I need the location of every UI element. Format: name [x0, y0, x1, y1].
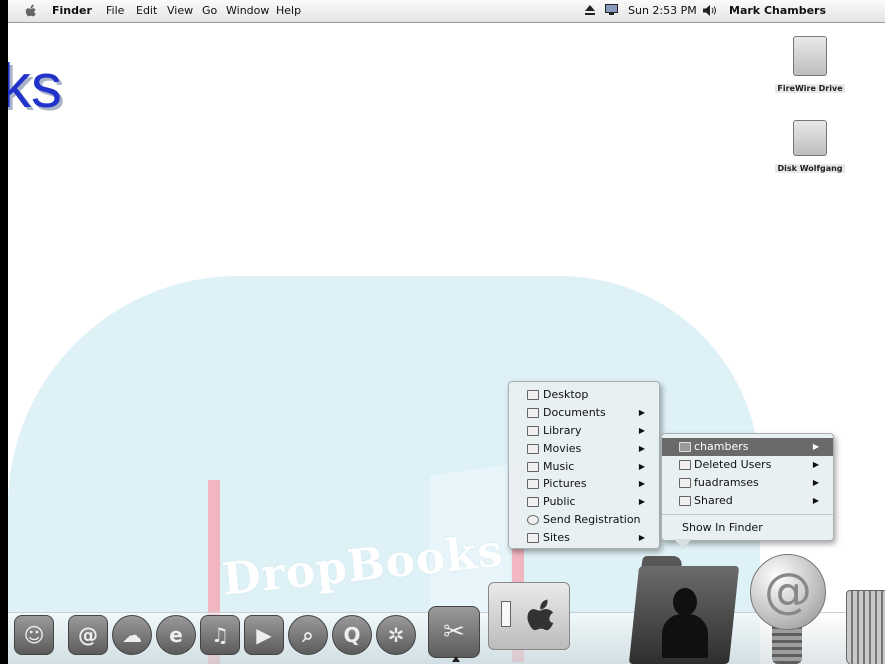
menubar-user[interactable]: Mark Chambers [729, 4, 826, 17]
dock-running-indicator [452, 656, 460, 662]
internet-explorer-icon[interactable]: e [156, 615, 196, 655]
menu-item-public[interactable]: Public ▶ [509, 493, 659, 511]
home-icon [679, 442, 691, 452]
menu-separator [662, 513, 833, 515]
documents-folder-icon [527, 407, 539, 418]
menu-item-label: Music [543, 459, 575, 473]
menu-item-label: Public [543, 495, 576, 509]
public-folder-icon [527, 497, 539, 508]
menu-item-chambers[interactable]: chambers ▶ [662, 438, 833, 456]
menu-go[interactable]: Go [202, 4, 217, 17]
menu-bar: Finder File Edit View Go Window Help Sun… [8, 0, 885, 23]
quicktime-icon[interactable]: Q [332, 615, 372, 655]
menu-item-show-in-finder[interactable]: Show In Finder [662, 519, 833, 537]
submenu-arrow-icon: ▶ [812, 477, 819, 487]
menu-finder[interactable]: Finder [52, 4, 92, 17]
menu-item-pictures[interactable]: Pictures ▶ [509, 475, 659, 493]
stack-menu-pointer [674, 539, 692, 549]
menu-item-label: Deleted Users [694, 457, 772, 471]
desktop-screen: DropBooks ks Finder File Edit View Go Wi… [0, 0, 885, 664]
menu-item-send-registration[interactable]: Send Registration [509, 511, 659, 529]
trash-icon[interactable] [846, 590, 885, 664]
menu-edit[interactable]: Edit [136, 4, 157, 17]
safari-icon[interactable]: ✲ [376, 615, 416, 655]
menu-view[interactable]: View [167, 4, 193, 17]
home-folder-icon[interactable] [628, 556, 740, 664]
submenu-arrow-icon: ▶ [638, 425, 645, 435]
menu-item-label: Shared [694, 493, 733, 507]
pictures-folder-icon [527, 479, 539, 490]
menu-item-label: Desktop [543, 388, 589, 401]
menu-item-label: Library [543, 423, 582, 437]
folder-icon [679, 477, 691, 488]
hard-disk-icon [793, 120, 827, 156]
menu-window[interactable]: Window [226, 4, 269, 17]
desktop-icon-label: FireWire Drive [775, 84, 845, 93]
desktop-icon-disk[interactable]: Disk Wolfgang [765, 120, 855, 175]
mail-icon[interactable]: @ [750, 554, 826, 630]
submenu-arrow-icon: ▶ [812, 442, 819, 451]
volume-icon[interactable] [703, 5, 717, 16]
submenu-arrow-icon: ▶ [638, 443, 645, 453]
watermark-fragment: ks [0, 52, 62, 121]
eject-icon[interactable] [585, 5, 595, 16]
menu-item-fuadramses[interactable]: fuadramses ▶ [662, 474, 833, 492]
firewire-drive-icon [793, 36, 827, 76]
screen-edge [0, 0, 8, 664]
apple-logo-icon [527, 599, 554, 631]
desktop-folder-icon [527, 390, 539, 400]
user-silhouette-body [662, 614, 708, 658]
menu-item-label: Movies [543, 441, 582, 455]
ichat-icon[interactable]: ☁ [112, 615, 152, 655]
sherlock-icon[interactable]: ⌕ [288, 615, 328, 655]
apple-menu-icon[interactable] [24, 3, 38, 18]
desktop-icon-firewire-drive[interactable]: FireWire Drive [765, 36, 855, 95]
users-submenu: chambers ▶ Deleted Users ▶ fuadramses ▶ … [661, 433, 834, 541]
menu-item-sites[interactable]: Sites ▶ [509, 529, 659, 547]
menu-item-label: fuadramses [694, 475, 759, 489]
sites-folder-icon [527, 533, 539, 544]
display-icon[interactable] [605, 4, 618, 16]
menu-item-label: Documents [543, 405, 606, 419]
submenu-arrow-icon: ▶ [638, 497, 645, 507]
music-folder-icon [527, 461, 539, 472]
menu-file[interactable]: File [106, 4, 124, 17]
menu-item-shared[interactable]: Shared ▶ [662, 492, 833, 510]
menu-item-music[interactable]: Music ▶ [509, 458, 659, 476]
menu-item-label: Pictures [543, 477, 587, 491]
menu-item-label: Send Registration [543, 513, 641, 527]
menu-help[interactable]: Help [276, 4, 301, 17]
menu-item-documents[interactable]: Documents ▶ [509, 404, 659, 422]
address-book-icon[interactable]: @ [68, 615, 108, 655]
folder-icon [679, 459, 691, 470]
preview-icon[interactable]: ✂ [428, 606, 480, 658]
submenu-arrow-icon: ▶ [812, 459, 819, 469]
desktop-icon-label: Disk Wolfgang [775, 164, 845, 173]
menu-item-label: Sites [543, 531, 570, 545]
submenu-arrow-icon: ▶ [638, 461, 645, 471]
movies-folder-icon [527, 443, 539, 454]
menu-item-movies[interactable]: Movies ▶ [509, 440, 659, 458]
folder-icon [679, 495, 691, 506]
menu-item-label: chambers [694, 440, 749, 453]
submenu-arrow-icon: ▶ [638, 479, 645, 489]
system-preferences-icon[interactable] [488, 582, 570, 650]
library-folder-icon [527, 425, 539, 436]
switch-icon [501, 601, 511, 627]
user-silhouette-icon [673, 588, 697, 616]
finder-icon[interactable]: ☺ [14, 615, 54, 655]
menu-item-desktop[interactable]: Desktop [509, 386, 659, 404]
menu-item-library[interactable]: Library ▶ [509, 422, 659, 440]
menu-item-deleted-users[interactable]: Deleted Users ▶ [662, 456, 833, 474]
itunes-icon[interactable]: ♫ [200, 615, 240, 655]
registration-icon [527, 515, 539, 526]
submenu-arrow-icon: ▶ [812, 495, 819, 505]
home-folder-menu: Desktop Documents ▶ Library ▶ Movies ▶ M… [508, 381, 660, 549]
submenu-arrow-icon: ▶ [638, 533, 645, 543]
submenu-arrow-icon: ▶ [638, 407, 645, 417]
imovie-icon[interactable]: ▶ [244, 615, 284, 655]
menubar-clock[interactable]: Sun 2:53 PM [628, 4, 697, 17]
